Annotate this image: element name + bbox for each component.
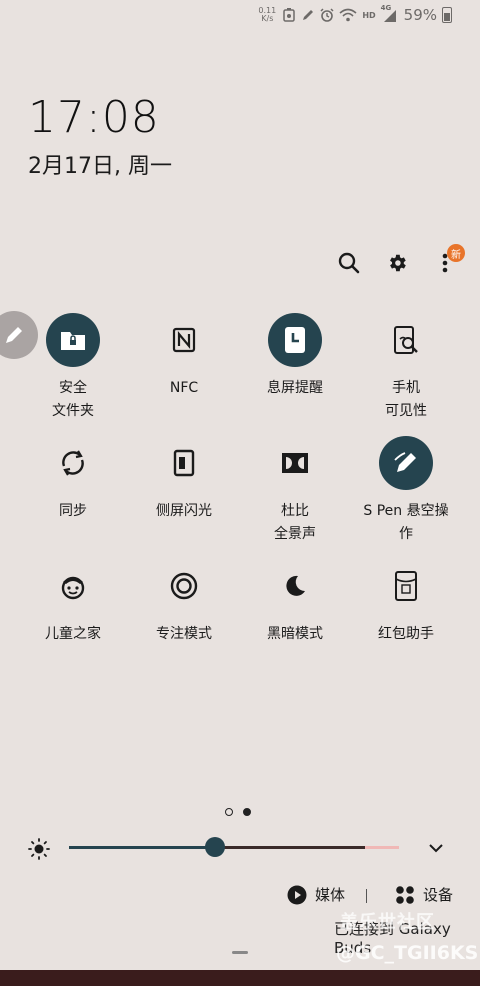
brightness-fill bbox=[69, 846, 215, 849]
drag-handle[interactable] bbox=[232, 951, 248, 954]
new-badge: 新 bbox=[447, 244, 465, 262]
tile-nfc[interactable]: NFC bbox=[128, 313, 240, 400]
focus-mode-icon bbox=[157, 559, 211, 613]
tile-phone-visibility[interactable]: 手机 可见性 bbox=[350, 313, 462, 423]
settings-button[interactable] bbox=[382, 248, 412, 278]
chevron-down-icon[interactable] bbox=[426, 838, 446, 858]
secure-folder-icon bbox=[46, 313, 100, 367]
panel-actions bbox=[0, 248, 480, 278]
hd-tag: HD bbox=[362, 10, 376, 20]
sync-icon bbox=[46, 436, 100, 490]
search-icon bbox=[338, 252, 360, 274]
tile-red-envelope[interactable]: 红包助手 bbox=[350, 559, 462, 646]
clock-time: 17:08 bbox=[28, 92, 160, 143]
tile-dark-mode[interactable]: 黑暗模式 bbox=[239, 559, 351, 646]
brightness-control bbox=[28, 836, 452, 860]
wifi-icon bbox=[339, 8, 357, 22]
media-label: 媒体 bbox=[315, 886, 346, 904]
page-indicator bbox=[225, 808, 251, 816]
sun-icon bbox=[28, 838, 50, 860]
kids-home-icon bbox=[46, 559, 100, 613]
tile-always-on-display[interactable]: 息屏提醒 bbox=[239, 313, 351, 400]
battery-percent: 59% bbox=[403, 6, 437, 24]
devices-grid-icon bbox=[396, 885, 414, 904]
tile-kids-home[interactable]: 儿童之家 bbox=[17, 559, 129, 646]
wallpaper-strip bbox=[0, 970, 480, 986]
page-dot[interactable] bbox=[225, 808, 233, 816]
tile-edge-lighting[interactable]: 侧屏闪光 bbox=[128, 436, 240, 523]
brightness-track-end bbox=[365, 846, 399, 849]
page-dot-current[interactable] bbox=[243, 808, 251, 816]
search-button[interactable] bbox=[334, 248, 364, 278]
dark-mode-icon bbox=[268, 559, 322, 613]
alarm-icon bbox=[320, 8, 334, 22]
network-speed: 0.11 K/s bbox=[258, 6, 277, 23]
red-envelope-icon bbox=[379, 559, 433, 613]
status-bar: 0.11 K/s HD 4G 59% bbox=[257, 4, 452, 25]
watermark-text: 盖乐世社区 bbox=[340, 912, 435, 933]
devices-label: 设备 bbox=[423, 886, 454, 904]
clock-date: 2月17日, 周一 bbox=[28, 154, 172, 179]
s-pen-icon bbox=[379, 436, 433, 490]
network-tag: 4G bbox=[380, 4, 392, 12]
signal-icon: 4G bbox=[381, 4, 399, 22]
play-icon bbox=[287, 885, 307, 904]
tile-focus-mode[interactable]: 专注模式 bbox=[128, 559, 240, 646]
media-devices-row: 媒体 设备 bbox=[0, 884, 480, 910]
devices-button[interactable]: 设备 bbox=[395, 884, 453, 905]
divider bbox=[366, 889, 367, 903]
dolby-atmos-icon bbox=[268, 436, 322, 490]
battery-icon bbox=[442, 7, 452, 23]
media-button[interactable]: 媒体 bbox=[287, 884, 345, 905]
pen-icon bbox=[301, 8, 315, 22]
nfc-icon bbox=[157, 313, 211, 367]
gear-icon bbox=[390, 254, 406, 272]
tile-sync[interactable]: 同步 bbox=[17, 436, 129, 523]
tile-dolby-atmos[interactable]: 杜比 全景声 bbox=[239, 436, 351, 546]
watermark-handle: @GC_TGII6KS bbox=[336, 942, 479, 964]
brightness-slider[interactable] bbox=[205, 837, 225, 857]
tile-secure-folder[interactable]: 安全 文件夹 bbox=[17, 313, 129, 423]
edge-lighting-icon bbox=[157, 436, 211, 490]
brightness-track bbox=[215, 846, 365, 849]
phone-visibility-icon bbox=[379, 313, 433, 367]
always-on-display-icon bbox=[268, 313, 322, 367]
battery-saver-icon bbox=[282, 8, 296, 22]
tile-s-pen-air[interactable]: S Pen 悬空操 作 bbox=[350, 436, 462, 546]
